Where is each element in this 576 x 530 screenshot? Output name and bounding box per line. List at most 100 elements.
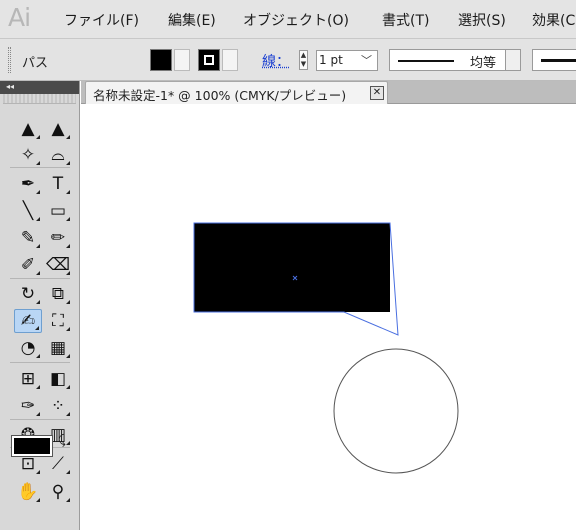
tool-flyout-indicator [66, 271, 70, 275]
pencil-tool[interactable]: ✏ [44, 226, 72, 250]
callout-rectangle[interactable] [194, 223, 390, 312]
menu-effect[interactable]: 効果(C [532, 10, 575, 30]
speech-bubble-tool[interactable]: ✍ [14, 309, 42, 333]
selection-icon: ▲ [21, 119, 35, 139]
tool-flyout-indicator [36, 161, 40, 165]
stroke-weight-value: 1 pt [319, 53, 343, 67]
tools-panel-grip[interactable] [3, 94, 76, 104]
menu-type[interactable]: 書式(T) [382, 10, 429, 30]
chevron-down-icon[interactable]: ﹀ [361, 52, 372, 68]
blob-brush-tool[interactable]: ✐ [14, 253, 42, 277]
tool-flyout-indicator [35, 326, 39, 330]
document-tab[interactable]: 名称未設定-1* @ 100% (CMYK/プレビュー) ✕ [85, 81, 388, 104]
free-transform-icon: ⛶ [52, 311, 64, 331]
tool-flyout-indicator [36, 354, 40, 358]
tool-flyout-indicator [36, 470, 40, 474]
tool-flyout-indicator [36, 244, 40, 248]
menu-edit[interactable]: 編集(E) [168, 10, 216, 30]
line-segment-tool[interactable]: ╲ [14, 199, 42, 223]
menu-select[interactable]: 選択(S) [458, 10, 506, 30]
menu-object[interactable]: オブジェクト(O) [243, 10, 349, 30]
fill-stroke-indicator[interactable] [11, 435, 53, 457]
scale-icon: ⧉ [51, 284, 65, 304]
app-logo: Ai [8, 3, 31, 32]
tool-flyout-indicator [66, 135, 70, 139]
zoom-icon: ⚲ [51, 482, 65, 502]
gradient-tool[interactable]: ◧ [44, 367, 72, 391]
mesh-tool[interactable]: ⊞ [14, 367, 42, 391]
brush-definition-select[interactable] [532, 49, 576, 71]
shape-builder-tool[interactable]: ◔ [14, 336, 42, 360]
blend-tool[interactable]: ⁘ [44, 394, 72, 418]
rectangle-tool[interactable]: ▭ [44, 199, 72, 223]
profile-line-preview [398, 60, 454, 62]
brush-line-preview [541, 59, 576, 62]
lasso-tool[interactable]: ⌓ [44, 143, 72, 167]
eyedropper-icon: ✑ [20, 396, 36, 416]
tool-flyout-indicator [66, 327, 70, 331]
artboard-canvas[interactable] [81, 105, 576, 530]
swap-fill-stroke-icon[interactable]: ⤹ [58, 433, 66, 448]
type-icon: T [52, 174, 64, 194]
tool-flyout-indicator [36, 385, 40, 389]
profile-dropdown-button[interactable] [505, 49, 521, 71]
tool-flyout-indicator [36, 135, 40, 139]
tools-separator [10, 419, 70, 420]
perspective-grid-icon: ▦ [49, 338, 67, 358]
speech-bubble-icon: ✍ [20, 311, 36, 331]
tool-flyout-indicator [36, 271, 40, 275]
tool-flyout-indicator [66, 161, 70, 165]
tool-flyout-indicator [66, 190, 70, 194]
scale-tool[interactable]: ⧉ [44, 282, 72, 306]
free-transform-tool[interactable]: ⛶ [44, 309, 72, 333]
rotate-icon: ↻ [20, 284, 36, 304]
menu-file[interactable]: ファイル(F) [64, 10, 139, 30]
stroke-weight-field[interactable]: 1 pt ﹀ [316, 50, 378, 71]
direct-selection-tool[interactable]: ▲ [44, 117, 72, 141]
blob-brush-icon: ✐ [20, 255, 36, 275]
profile-label: 均等 [470, 56, 497, 71]
fill-dropdown-button[interactable] [174, 49, 190, 71]
stroke-dropdown-button[interactable] [222, 49, 238, 71]
stroke-weight-spinner[interactable]: ▲ ▼ [299, 50, 308, 70]
variable-width-profile-select[interactable]: 均等 [389, 49, 521, 71]
canvas-artwork [193, 222, 459, 474]
tools-separator [10, 362, 70, 363]
zoom-tool[interactable]: ⚲ [44, 480, 72, 504]
control-bar-grip[interactable] [8, 47, 11, 73]
tool-flyout-indicator [66, 217, 70, 221]
tool-flyout-indicator [36, 498, 40, 502]
collapse-panel-icon[interactable]: ◂◂ [6, 82, 14, 91]
tool-flyout-indicator [66, 470, 70, 474]
rectangle-icon: ▭ [49, 201, 67, 221]
lasso-icon: ⌓ [51, 145, 65, 165]
eraser-tool[interactable]: ⌫ [44, 253, 72, 277]
circle-shape[interactable] [333, 348, 459, 474]
direct-selection-icon: ▲ [51, 119, 65, 139]
hand-tool[interactable]: ✋ [14, 480, 42, 504]
rotate-tool[interactable]: ↻ [14, 282, 42, 306]
document-tab-bar: 名称未設定-1* @ 100% (CMYK/プレビュー) ✕ [81, 81, 576, 104]
perspective-grid-tool[interactable]: ▦ [44, 336, 72, 360]
mesh-icon: ⊞ [20, 369, 36, 389]
stroke-panel-link[interactable]: 線： [262, 51, 290, 71]
pen-tool[interactable]: ✒ [14, 172, 42, 196]
tools-separator [10, 167, 70, 168]
tool-flyout-indicator [36, 300, 40, 304]
fill-color-swatch[interactable] [150, 49, 172, 71]
stroke-color-swatch[interactable] [198, 49, 220, 71]
eyedropper-tool[interactable]: ✑ [14, 394, 42, 418]
gradient-icon: ◧ [49, 369, 67, 389]
magic-wand-tool[interactable]: ✧ [14, 143, 42, 167]
document-tab-title: 名称未設定-1* @ 100% (CMYK/プレビュー) [93, 88, 347, 103]
tools-panel-header[interactable]: ◂◂ [0, 81, 79, 94]
tool-flyout-indicator [36, 217, 40, 221]
pen-icon: ✒ [20, 174, 36, 194]
tool-flyout-indicator [36, 412, 40, 416]
selection-tool[interactable]: ▲ [14, 117, 42, 141]
type-tool[interactable]: T [44, 172, 72, 196]
tool-flyout-indicator [66, 385, 70, 389]
close-icon[interactable]: ✕ [370, 86, 384, 100]
menu-bar: Ai ファイル(F) 編集(E) オブジェクト(O) 書式(T) 選択(S) 効… [0, 0, 576, 38]
paintbrush-tool[interactable]: ✎ [14, 226, 42, 250]
